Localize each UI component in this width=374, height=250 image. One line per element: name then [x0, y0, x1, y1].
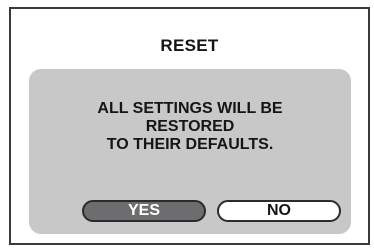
reset-screen: RESET ALL SETTINGS WILL BE RESTORED TO T…	[9, 7, 370, 245]
dialog-message: ALL SETTINGS WILL BE RESTORED TO THEIR D…	[29, 100, 351, 154]
no-button[interactable]: NO	[217, 200, 341, 222]
confirmation-dialog: ALL SETTINGS WILL BE RESTORED TO THEIR D…	[29, 69, 351, 234]
screen-title: RESET	[160, 36, 219, 55]
message-line-1: ALL SETTINGS WILL BE	[97, 100, 283, 117]
message-line-3: TO THEIR DEFAULTS.	[106, 136, 274, 153]
yes-button[interactable]: YES	[82, 200, 206, 222]
message-line-2: RESTORED	[145, 118, 235, 135]
